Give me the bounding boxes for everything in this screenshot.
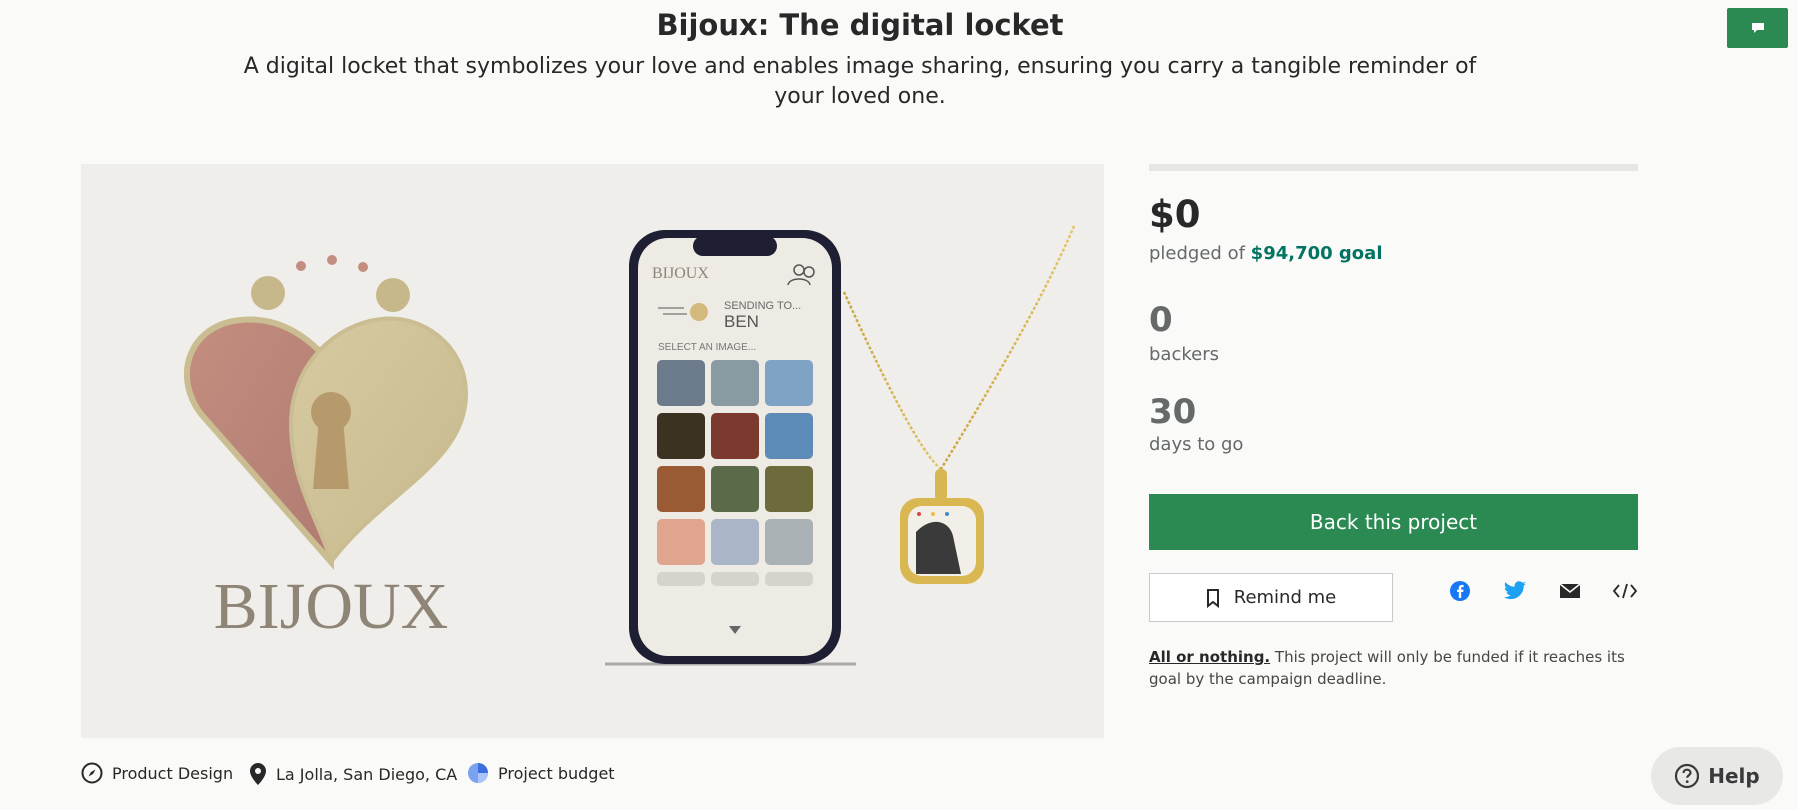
svg-text:SENDING TO...: SENDING TO...	[724, 300, 801, 312]
svg-text:BEN: BEN	[724, 312, 759, 331]
bijoux-logo	[183, 255, 469, 570]
funding-progress-bar	[1149, 164, 1638, 171]
back-project-button[interactable]: Back this project	[1149, 494, 1638, 550]
budget-pie-icon	[468, 763, 488, 783]
chat-icon	[1751, 23, 1764, 33]
funding-rule-note: All or nothing. This project will only b…	[1149, 646, 1641, 690]
email-icon	[1559, 583, 1581, 598]
pledged-label: pledged of $94,700 goal	[1149, 243, 1383, 264]
remind-me-button[interactable]: Remind me	[1149, 573, 1393, 622]
share-twitter-button[interactable]	[1499, 575, 1531, 607]
pledged-amount: $0	[1149, 193, 1201, 236]
locket-necklace	[842, 225, 1076, 584]
share-email-button[interactable]	[1554, 575, 1586, 607]
category-link[interactable]: Product Design	[81, 762, 233, 784]
remind-me-label: Remind me	[1233, 587, 1337, 608]
project-title: Bijoux: The digital locket	[656, 8, 1064, 42]
question-icon	[1675, 763, 1700, 789]
backers-label: backers	[1149, 344, 1219, 365]
map-pin-icon	[250, 763, 266, 785]
help-button[interactable]: Help	[1651, 747, 1783, 805]
location-label: La Jolla, San Diego, CA	[276, 764, 458, 784]
phone-mockup: BIJOUX SENDING TO... BEN SELECT AN IMAGE…	[605, 230, 856, 666]
days-count: 30	[1149, 392, 1197, 432]
svg-text:BIJOUX: BIJOUX	[652, 265, 709, 282]
project-budget-link[interactable]: Project budget	[467, 762, 615, 784]
facebook-icon	[1450, 581, 1470, 601]
backers-count: 0	[1149, 300, 1173, 340]
embed-icon	[1612, 583, 1638, 599]
location-link[interactable]: La Jolla, San Diego, CA	[249, 762, 457, 786]
all-or-nothing-link[interactable]: All or nothing.	[1149, 648, 1270, 666]
logo-wordmark: BIJOUX	[214, 570, 449, 643]
project-hero-image[interactable]: BIJOUX BIJOUX SENDING TO... BEN SELECT A…	[81, 164, 1104, 738]
pledged-prefix: pledged of	[1149, 243, 1245, 264]
days-label: days to go	[1149, 434, 1244, 455]
category-label: Product Design	[112, 763, 234, 783]
twitter-icon	[1504, 581, 1526, 600]
help-label: Help	[1708, 764, 1760, 788]
goal-amount: $94,700 goal	[1250, 243, 1383, 264]
share-embed-button[interactable]	[1609, 575, 1641, 607]
chat-button[interactable]	[1727, 8, 1788, 48]
project-subtitle: A digital locket that symbolizes your lo…	[243, 54, 1477, 109]
compass-icon	[81, 762, 103, 784]
project-budget-label: Project budget	[498, 763, 615, 783]
share-facebook-button[interactable]	[1444, 575, 1476, 607]
bookmark-icon	[1206, 588, 1219, 608]
svg-text:SELECT AN IMAGE...: SELECT AN IMAGE...	[658, 342, 756, 353]
